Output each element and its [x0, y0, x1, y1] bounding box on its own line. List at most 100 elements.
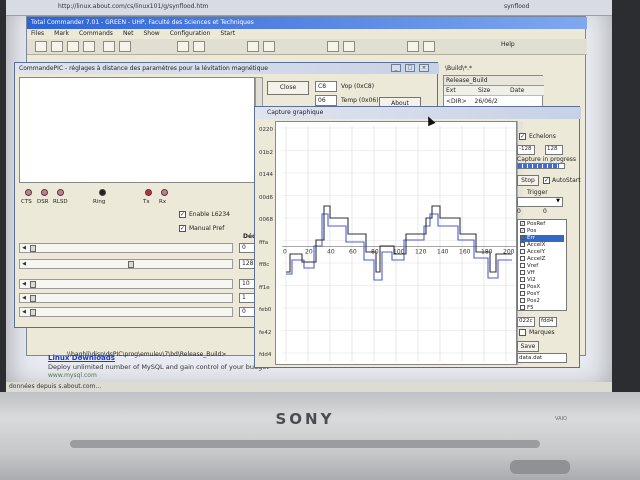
channel-item[interactable]: Err	[520, 235, 564, 242]
slider-thumb[interactable]	[30, 281, 36, 288]
toolbar-tree-icon[interactable]	[83, 41, 95, 52]
tc-menu-show[interactable]: Show	[143, 30, 159, 37]
close-icon[interactable]: ×	[419, 64, 429, 72]
toolbar-refresh-icon[interactable]	[35, 41, 47, 52]
toolbar-view-icon[interactable]	[51, 41, 63, 52]
slider-thumb[interactable]	[128, 261, 134, 268]
channel-checkbox[interactable]	[520, 235, 525, 240]
capture-window-title: Capture graphique	[255, 107, 581, 119]
toolbar-unpack-icon[interactable]	[193, 41, 205, 52]
channel-checkbox[interactable]	[520, 305, 525, 310]
toolbar-list-icon[interactable]	[67, 41, 79, 52]
channel-checkbox[interactable]	[520, 256, 525, 261]
channel-checkbox[interactable]	[520, 298, 525, 303]
toolbar-notepad-icon[interactable]	[407, 41, 419, 52]
channel-item[interactable]: AccelZ	[520, 256, 564, 263]
slider-thumb[interactable]	[30, 309, 36, 316]
channel-checkbox[interactable]	[520, 249, 525, 254]
range-min-field[interactable]: -128	[517, 145, 535, 155]
toolbar-cmd-icon[interactable]	[423, 41, 435, 52]
slider-4[interactable]: ◀	[19, 307, 233, 317]
channel-item[interactable]: ✓ PosRef	[520, 221, 564, 228]
toolbar-search-icon[interactable]	[247, 41, 259, 52]
channel-checkbox[interactable]	[520, 284, 525, 289]
slider-0[interactable]: ◀	[19, 243, 233, 253]
slider-2[interactable]: ◀	[19, 279, 233, 289]
channel-item[interactable]: F5	[520, 305, 564, 312]
slider-left-icon[interactable]: ◀	[20, 260, 28, 268]
channel-item[interactable]: PosX	[520, 284, 564, 291]
close-button[interactable]: Close	[267, 81, 309, 95]
channel-checkbox[interactable]: ✓	[520, 228, 525, 233]
tc-col-ext[interactable]: Ext	[446, 87, 456, 94]
toolbar-back-icon[interactable]	[103, 41, 115, 52]
channel-item[interactable]: Vi2	[520, 277, 564, 284]
file-field[interactable]: data.dat	[517, 353, 567, 363]
slider-1[interactable]: ◀	[19, 259, 233, 269]
channel-item[interactable]: Pos2	[520, 298, 564, 305]
trigger-value-b[interactable]: 0	[543, 208, 547, 215]
tc-menu-mark[interactable]: Mark	[54, 30, 69, 37]
browser-url[interactable]: http://linux.about.com/cs/linux101/g/syn…	[58, 3, 258, 13]
temp-field[interactable]: 06	[315, 95, 337, 106]
cursor-a-field[interactable]: 022c	[517, 317, 535, 327]
x-tick-label: 40	[327, 249, 335, 256]
channel-list[interactable]: ✓ PosRef ✓ Pos Err AccelX AccelY AccelZ Vref Vff V…	[517, 219, 567, 311]
toolbar-disconnect-icon[interactable]	[343, 41, 355, 52]
vop-field[interactable]: C8	[315, 81, 337, 92]
tc-menu-files[interactable]: Files	[31, 30, 44, 37]
channel-item[interactable]: AccelX	[520, 242, 564, 249]
echelons-checkbox[interactable]: ✓	[519, 133, 526, 140]
tc-menu-start[interactable]: Start	[220, 30, 235, 37]
slider-left-icon[interactable]: ◀	[20, 308, 28, 316]
tc-col-size[interactable]: Size	[478, 87, 490, 94]
tc-col-date[interactable]: Date	[510, 87, 524, 94]
plot-area[interactable]: 0 20 40 60 80 100 120 140 160 180 200	[275, 121, 517, 365]
channel-checkbox[interactable]	[520, 270, 525, 275]
slider-thumb[interactable]	[30, 245, 36, 252]
laptop-model-label: VAIO	[555, 416, 567, 422]
channel-label: Pos	[527, 228, 537, 234]
ad-url[interactable]: www.mysql.com	[48, 372, 328, 379]
browser-tab[interactable]: synflood	[504, 3, 564, 13]
marques-checkbox[interactable]	[519, 329, 526, 336]
autostart-checkbox[interactable]: ✓	[543, 177, 550, 184]
slider-left-icon[interactable]: ◀	[20, 280, 28, 288]
tc-help-menu[interactable]: Help	[501, 41, 515, 48]
cursor-b-field[interactable]: fdd4	[539, 317, 557, 327]
channel-item[interactable]: Vref	[520, 263, 564, 270]
y-tick-label: 0144	[259, 172, 273, 178]
toolbar-pack-icon[interactable]	[177, 41, 189, 52]
maximize-icon[interactable]: □	[405, 64, 415, 72]
tc-row[interactable]: <DIR> 26/06/2	[446, 98, 498, 105]
minimize-icon[interactable]: _	[391, 64, 401, 72]
echelons-label: Echelons	[529, 133, 556, 140]
channel-item[interactable]: ✓ Pos	[520, 228, 564, 235]
trigger-select[interactable]: ▼	[517, 197, 563, 207]
trigger-value-a[interactable]: 0	[517, 208, 521, 215]
toolbar-ftp-icon[interactable]	[327, 41, 339, 52]
slider-3[interactable]: ◀	[19, 293, 233, 303]
channel-checkbox[interactable]	[520, 242, 525, 247]
stop-button[interactable]: Stop	[517, 175, 539, 186]
channel-item[interactable]: AccelY	[520, 249, 564, 256]
channel-checkbox[interactable]	[520, 291, 525, 296]
save-button[interactable]: Save	[517, 341, 539, 352]
channel-checkbox[interactable]	[520, 263, 525, 268]
toolbar-rename-icon[interactable]	[263, 41, 275, 52]
enable-l6234-checkbox[interactable]: ✓	[179, 211, 186, 218]
channel-checkbox[interactable]	[520, 277, 525, 282]
slider-left-icon[interactable]: ◀	[20, 244, 28, 252]
channel-checkbox[interactable]: ✓	[520, 221, 525, 226]
toolbar-forward-icon[interactable]	[119, 41, 131, 52]
range-max-field[interactable]: 128	[545, 145, 563, 155]
slider-left-icon[interactable]: ◀	[20, 294, 28, 302]
slider-thumb[interactable]	[30, 295, 36, 302]
tc-menu-commands[interactable]: Commands	[79, 30, 113, 37]
manual-pref-checkbox[interactable]: ✓	[179, 225, 186, 232]
channel-item[interactable]: Vff	[520, 270, 564, 277]
tc-menu-configuration[interactable]: Configuration	[170, 30, 211, 37]
log-textarea[interactable]	[19, 77, 255, 183]
tc-menu-net[interactable]: Net	[123, 30, 134, 37]
channel-item[interactable]: PosY	[520, 291, 564, 298]
